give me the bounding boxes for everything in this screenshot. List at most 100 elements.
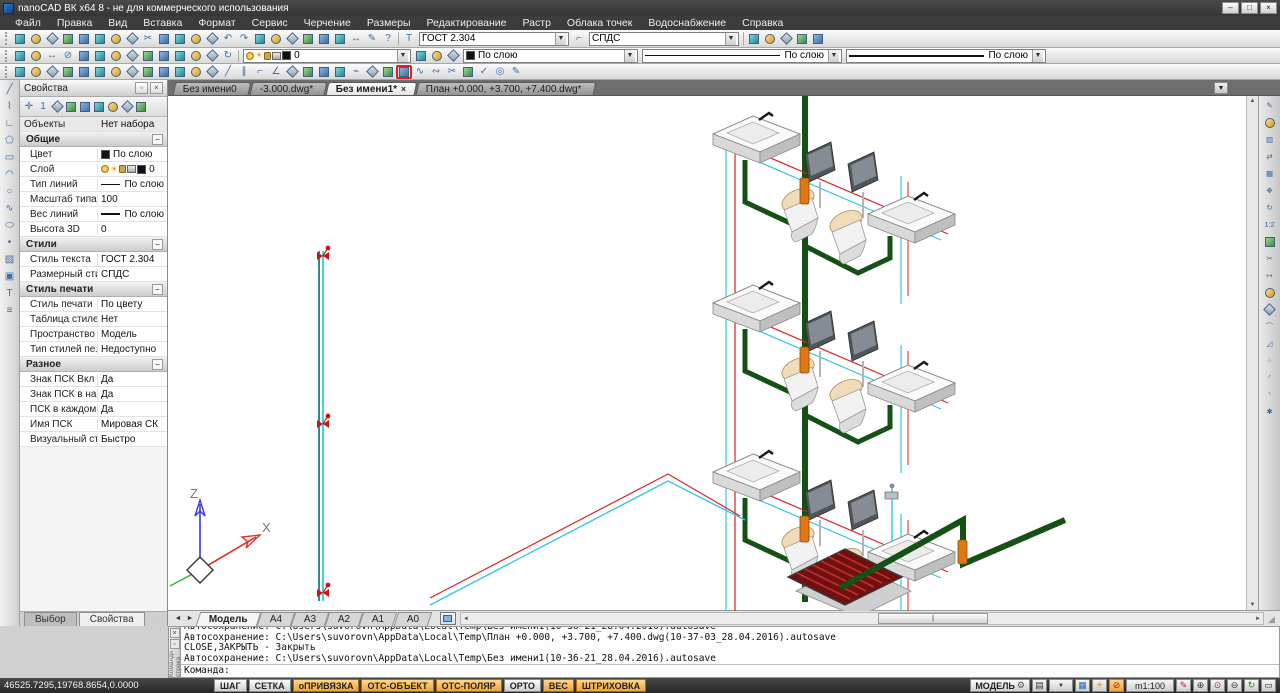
menu-item[interactable]: Водоснабжение <box>641 17 733 29</box>
save-as-icon[interactable] <box>92 32 108 46</box>
rt-array-icon[interactable]: ▦ <box>1261 166 1278 181</box>
wc-settings-icon[interactable] <box>28 65 44 79</box>
prop-row-dimstyle[interactable]: Размерный стильСПДС <box>20 267 167 282</box>
prop-row-plotstyle[interactable]: Стиль печатиПо цвету <box>20 297 167 312</box>
chevron-down-icon[interactable]: ▼ <box>725 33 736 45</box>
vt-dline-icon[interactable]: ∟ <box>2 117 18 131</box>
browse-icon[interactable] <box>268 32 284 46</box>
wc-check-icon[interactable]: ✓ <box>476 65 492 79</box>
workspace-dropdown[interactable]: ▼ <box>1049 679 1073 692</box>
prop-paste-icon[interactable] <box>106 100 120 114</box>
save-icon[interactable] <box>44 32 60 46</box>
document-tab[interactable]: План +0.000, +3.700, +7.400.dwg* <box>415 82 595 95</box>
copy-icon[interactable] <box>156 32 172 46</box>
angle-node-icon[interactable] <box>124 49 140 63</box>
dim-style-icon[interactable]: ⌐ <box>571 32 587 46</box>
vt-ellipse-icon[interactable]: ⬭ <box>2 219 18 233</box>
zoom-in-icon[interactable]: ⊕ <box>1193 679 1208 692</box>
regen-icon[interactable]: ↻ <box>1244 679 1259 692</box>
prop-row-ucs-on[interactable]: Знак ПСК ВклДа <box>20 372 167 387</box>
wc-marker-icon[interactable] <box>332 65 348 79</box>
prop-row-lineweight[interactable]: Вес линий По слою <box>20 207 167 222</box>
redo-icon[interactable]: ↷ <box>236 32 252 46</box>
cut-icon[interactable]: ✂ <box>140 32 156 46</box>
viewport-icon[interactable] <box>440 612 456 625</box>
scroll-thumb[interactable]: ∥ <box>878 613 988 624</box>
chevron-down-icon[interactable]: ▼ <box>624 50 635 62</box>
rt-explode-icon[interactable]: ✱ <box>1261 404 1278 419</box>
wc-riser-icon[interactable]: ⌐ <box>252 65 268 79</box>
rt-flip-icon[interactable]: ⇄ <box>1261 149 1278 164</box>
paste-block-icon[interactable] <box>188 32 204 46</box>
regen-icon[interactable]: ↻ <box>220 49 236 63</box>
menu-item[interactable]: Вставка <box>136 17 189 29</box>
wc-pen-icon[interactable]: ✎ <box>508 65 524 79</box>
menu-item[interactable]: Файл <box>8 17 48 29</box>
wc-axonometry-icon[interactable]: ⌁ <box>348 65 364 79</box>
prop-cursor-icon[interactable] <box>64 100 78 114</box>
linetype-combo[interactable]: По слою ▼ <box>642 49 842 63</box>
collapse-icon[interactable]: − <box>152 239 163 250</box>
settings-icon[interactable] <box>794 32 810 46</box>
layout-tab[interactable]: A1 <box>359 612 398 626</box>
prop-row-ltscale[interactable]: Масштаб типа ...100 <box>20 192 167 207</box>
prop-row-ucs-vp[interactable]: ПСК в каждом ...Да <box>20 402 167 417</box>
prop-row-textstyle[interactable]: Стиль текстаГОСТ 2.304 <box>20 252 167 267</box>
wc-profile-icon[interactable] <box>364 65 380 79</box>
block-edit-icon[interactable] <box>172 49 188 63</box>
no-constraint-icon[interactable]: ⊘ <box>60 49 76 63</box>
horizontal-scrollbar[interactable]: ◄ ∥ ► <box>460 612 1264 625</box>
vt-pline-icon[interactable]: ⌇ <box>2 100 18 114</box>
undo-icon[interactable]: ↶ <box>220 32 236 46</box>
wc-props-icon[interactable] <box>460 65 476 79</box>
zoom-window-icon[interactable]: ⊙ <box>1210 679 1225 692</box>
layout-next-icon[interactable]: ► <box>184 615 196 622</box>
rt-scale-ref-icon[interactable] <box>1261 234 1278 249</box>
no-entry-icon[interactable]: ⊘ <box>1109 679 1124 692</box>
menu-item[interactable]: Размеры <box>360 17 418 29</box>
section-plotstyle[interactable]: Стиль печати− <box>20 282 167 297</box>
chevron-down-icon[interactable]: ▼ <box>555 33 566 45</box>
qselect-icon[interactable] <box>188 49 204 63</box>
wc-pipe-icon[interactable] <box>124 65 140 79</box>
zoom-window-icon[interactable] <box>284 32 300 46</box>
wc-select-icon[interactable] <box>188 65 204 79</box>
vt-line-icon[interactable]: ╱ <box>2 83 18 97</box>
wc-3d-icon[interactable] <box>204 65 220 79</box>
layout-prev-icon[interactable]: ◄ <box>172 615 184 622</box>
wc-insert-fitting-icon[interactable] <box>396 65 412 79</box>
rt-hatch-edit-icon[interactable]: ▨ <box>1261 132 1278 147</box>
layout-tab[interactable]: A3 <box>291 612 330 626</box>
rt-round-icon[interactable]: ⌒ <box>1261 319 1278 334</box>
chevron-down-icon[interactable]: ▼ <box>828 50 839 62</box>
insert-table-icon[interactable] <box>140 49 156 63</box>
wc-disconnect-icon[interactable]: ✂ <box>444 65 460 79</box>
document-tab[interactable]: -3.000.dwg* <box>250 82 328 95</box>
rt-lengthen-icon[interactable]: ↦ <box>1261 268 1278 283</box>
status-toggle[interactable]: оПРИВЯЗКА <box>293 679 360 692</box>
minimize-button[interactable]: – <box>1222 2 1239 14</box>
wc-equipment-icon[interactable] <box>76 65 92 79</box>
wc-slope-icon[interactable]: ∠ <box>268 65 284 79</box>
toolbar-grip[interactable] <box>5 32 9 46</box>
lineweight-combo[interactable]: По слою ▼ <box>846 49 1046 63</box>
prop-filter-icon[interactable] <box>78 100 92 114</box>
rt-scale-icon[interactable]: 1:2 <box>1261 217 1278 232</box>
rt-arc-edit2-icon[interactable]: ◝ <box>1261 387 1278 402</box>
wc-table-icon[interactable] <box>316 65 332 79</box>
wc-branch-icon[interactable]: ╱ <box>220 65 236 79</box>
rt-arc-edit-icon[interactable]: ◜ <box>1261 370 1278 385</box>
wc-db-icon[interactable] <box>12 65 28 79</box>
snap-track-icon[interactable] <box>28 49 44 63</box>
drawing-canvas[interactable]: Z X ▲ ▼ ✎▨⇄▦✥↻1:2✂↦⌒◿⁘◜◝✱ <box>168 95 1280 610</box>
new-file-icon[interactable] <box>12 32 28 46</box>
collapse-icon[interactable]: − <box>152 134 163 145</box>
status-toggle[interactable]: СЕТКА <box>249 679 291 692</box>
dim-style-combo[interactable]: СПДС ▼ <box>589 32 739 46</box>
menu-item[interactable]: Черчение <box>297 17 358 29</box>
menu-item[interactable]: Редактирование <box>420 17 514 29</box>
vt-point-icon[interactable]: • <box>2 236 18 250</box>
document-tab[interactable]: Без имени1*× <box>326 82 417 95</box>
close-icon[interactable]: × <box>170 628 180 638</box>
vt-hatch-icon[interactable]: ▨ <box>2 253 18 267</box>
